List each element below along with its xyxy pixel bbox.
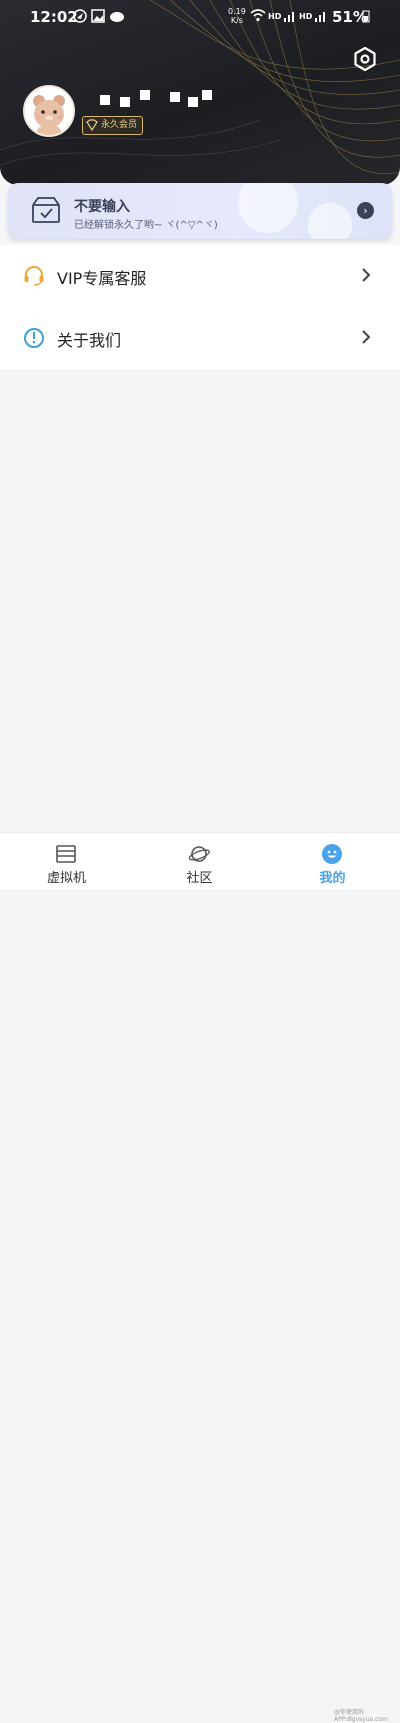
chevron-right-icon (362, 330, 371, 344)
tab-label: 我的 (319, 871, 346, 886)
navigation-icon (73, 9, 87, 23)
signal-icon (284, 12, 294, 22)
info-icon (24, 328, 44, 348)
status-bar: 12:02 0.19 K/s HD HD 51% (0, 0, 400, 34)
battery-icon (362, 10, 370, 23)
network-speed: 0.19 K/s (228, 7, 246, 25)
settings-icon[interactable] (352, 46, 378, 72)
status-time: 12:02 (30, 8, 78, 26)
tab-virtual-machine[interactable]: 虚拟机 (0, 833, 133, 889)
profile-icon (322, 844, 342, 864)
chevron-right-circle-icon[interactable]: › (357, 202, 374, 219)
gift-box-icon (32, 197, 60, 223)
menu-item-label: VIP专属客服 (57, 269, 147, 288)
membership-badge: 永久会员 (82, 116, 144, 135)
menu-item-label: 关于我们 (57, 331, 122, 350)
tab-label: 虚拟机 (46, 871, 86, 886)
tab-community[interactable]: 社区 (133, 833, 266, 889)
menu-item-about-us[interactable]: 关于我们 (0, 307, 400, 369)
virtual-machine-icon (56, 845, 76, 863)
avatar[interactable] (23, 85, 75, 137)
diamond-icon (86, 119, 98, 131)
vip-card-subtitle: 已经解锁永久了哟~ ヾ(^▽^ヾ) (74, 220, 218, 231)
bear-avatar-icon (25, 87, 73, 135)
cloud-icon (110, 12, 124, 22)
wifi-icon (250, 9, 266, 22)
bottom-tab-bar: 虚拟机 社区 我的 @你使用的APP.dlgvsyuo.com (0, 832, 400, 1723)
menu-item-vip-support[interactable]: VIP专属客服 (0, 245, 400, 307)
tab-mine[interactable]: 我的 (266, 833, 399, 889)
hd-label: HD (268, 12, 282, 21)
watermark: @你使用的APP.dlgvsyuo.com (334, 1709, 388, 1723)
settings-menu: VIP专属客服 关于我们 (0, 245, 400, 369)
nickname-redacted (100, 89, 220, 107)
vip-card[interactable]: 不要输入 已经解锁永久了哟~ ヾ(^▽^ヾ) › (8, 183, 392, 239)
profile-header: 12:02 0.19 K/s HD HD 51% 永久会员 (0, 0, 400, 185)
signal-icon-2 (315, 12, 325, 22)
planet-icon (188, 846, 210, 862)
headset-icon (24, 266, 44, 286)
hd-label-2: HD (299, 12, 313, 21)
vip-card-title: 不要输入 (74, 199, 130, 215)
chevron-right-icon (362, 268, 371, 282)
tab-label: 社区 (186, 871, 213, 886)
gallery-icon (91, 9, 105, 23)
